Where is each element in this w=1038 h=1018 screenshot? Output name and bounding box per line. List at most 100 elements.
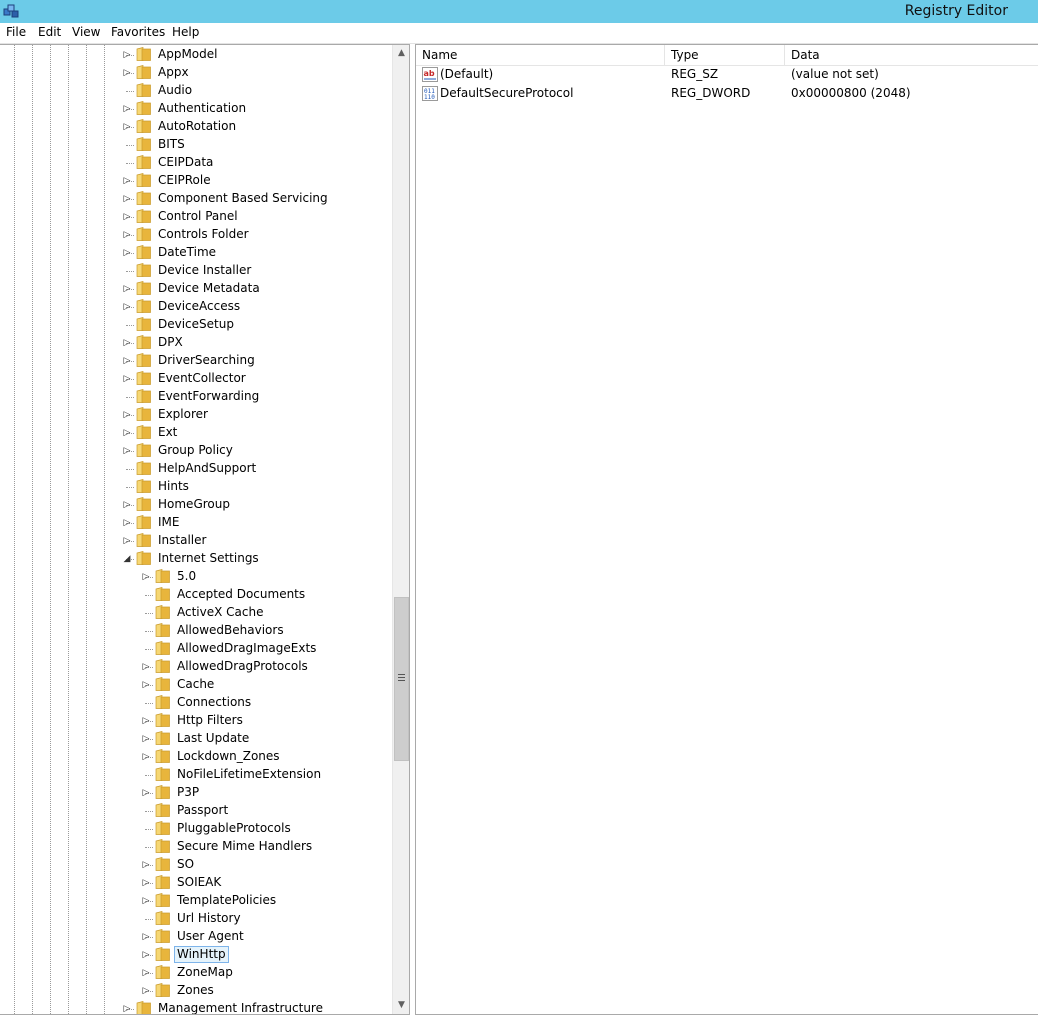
tree-item[interactable]: Hints xyxy=(0,478,392,496)
tree-item[interactable]: AllowedDragImageExts xyxy=(0,640,392,658)
collapsed-arrow-icon[interactable]: ▷ xyxy=(122,175,132,187)
tree-item[interactable]: ▷ Management Infrastructure xyxy=(0,1000,392,1014)
collapsed-arrow-icon[interactable]: ▷ xyxy=(141,571,151,583)
value-row[interactable]: 011 110 DefaultSecureProtocol REG_DWORD … xyxy=(416,84,1038,103)
tree-item[interactable]: ▷ Device Metadata xyxy=(0,280,392,298)
collapsed-arrow-icon[interactable]: ▷ xyxy=(122,337,132,349)
collapsed-arrow-icon[interactable]: ▷ xyxy=(122,517,132,529)
tree-item[interactable]: ▷ 5.0 xyxy=(0,568,392,586)
tree-item[interactable]: ▷ Component Based Servicing xyxy=(0,190,392,208)
collapsed-arrow-icon[interactable]: ▷ xyxy=(122,193,132,205)
tree-item[interactable]: ▷ Ext xyxy=(0,424,392,442)
tree-item[interactable]: ◢ Internet Settings xyxy=(0,550,392,568)
tree-item[interactable]: ▷ SO xyxy=(0,856,392,874)
tree-item[interactable]: EventForwarding xyxy=(0,388,392,406)
collapsed-arrow-icon[interactable]: ▷ xyxy=(141,661,151,673)
tree-item[interactable]: ▷ Installer xyxy=(0,532,392,550)
collapsed-arrow-icon[interactable]: ▷ xyxy=(141,877,151,889)
tree-item[interactable]: Accepted Documents xyxy=(0,586,392,604)
menu-edit[interactable]: Edit xyxy=(38,25,61,39)
tree-item[interactable]: BITS xyxy=(0,136,392,154)
tree-item[interactable]: Device Installer xyxy=(0,262,392,280)
collapsed-arrow-icon[interactable]: ▷ xyxy=(122,229,132,241)
scroll-down-arrow-icon[interactable]: ▼ xyxy=(393,997,409,1014)
tree-item[interactable]: ▷ Controls Folder xyxy=(0,226,392,244)
tree-item[interactable]: ▷ Appx xyxy=(0,64,392,82)
collapsed-arrow-icon[interactable]: ▷ xyxy=(141,895,151,907)
tree-item[interactable]: ▷ Http Filters xyxy=(0,712,392,730)
tree-item[interactable]: DeviceSetup xyxy=(0,316,392,334)
collapsed-arrow-icon[interactable]: ▷ xyxy=(141,787,151,799)
tree-item[interactable]: AllowedBehaviors xyxy=(0,622,392,640)
tree-item[interactable]: ▷ CEIPRole xyxy=(0,172,392,190)
menu-help[interactable]: Help xyxy=(172,25,199,39)
collapsed-arrow-icon[interactable]: ▷ xyxy=(122,409,132,421)
tree-item[interactable]: ▷ AutoRotation xyxy=(0,118,392,136)
tree-item[interactable]: ▷ SOIEAK xyxy=(0,874,392,892)
collapsed-arrow-icon[interactable]: ▷ xyxy=(141,985,151,997)
collapsed-arrow-icon[interactable]: ▷ xyxy=(141,733,151,745)
tree-item[interactable]: ▷ HomeGroup xyxy=(0,496,392,514)
collapsed-arrow-icon[interactable]: ▷ xyxy=(122,283,132,295)
tree-item[interactable]: Url History xyxy=(0,910,392,928)
tree-item[interactable]: ▷ Authentication xyxy=(0,100,392,118)
tree-item[interactable]: ▷ Last Update xyxy=(0,730,392,748)
tree-item[interactable]: ▷ DPX xyxy=(0,334,392,352)
column-header-name[interactable]: Name xyxy=(416,45,665,65)
collapsed-arrow-icon[interactable]: ▷ xyxy=(122,499,132,511)
tree-vertical-scrollbar[interactable]: ▲ ▼ xyxy=(392,45,409,1014)
tree-item[interactable]: PluggableProtocols xyxy=(0,820,392,838)
tree-item[interactable]: ▷ DeviceAccess xyxy=(0,298,392,316)
collapsed-arrow-icon[interactable]: ▷ xyxy=(141,949,151,961)
tree-item[interactable]: ActiveX Cache xyxy=(0,604,392,622)
collapsed-arrow-icon[interactable]: ▷ xyxy=(141,679,151,691)
tree-item[interactable]: ▷ Control Panel xyxy=(0,208,392,226)
tree-item[interactable]: ▷ DateTime xyxy=(0,244,392,262)
collapsed-arrow-icon[interactable]: ▷ xyxy=(122,301,132,313)
menu-file[interactable]: File xyxy=(6,25,26,39)
tree-item[interactable]: ▷ Lockdown_Zones xyxy=(0,748,392,766)
tree-item[interactable]: NoFileLifetimeExtension xyxy=(0,766,392,784)
tree-item[interactable]: ▷ TemplatePolicies xyxy=(0,892,392,910)
tree-item[interactable]: ▷ DriverSearching xyxy=(0,352,392,370)
collapsed-arrow-icon[interactable]: ▷ xyxy=(141,859,151,871)
tree-item[interactable]: ▷ ZoneMap xyxy=(0,964,392,982)
tree-item[interactable]: Connections xyxy=(0,694,392,712)
collapsed-arrow-icon[interactable]: ▷ xyxy=(122,121,132,133)
registry-editor-icon[interactable] xyxy=(3,3,19,19)
tree-item[interactable]: CEIPData xyxy=(0,154,392,172)
collapsed-arrow-icon[interactable]: ▷ xyxy=(122,1003,132,1014)
collapsed-arrow-icon[interactable]: ▷ xyxy=(122,427,132,439)
collapsed-arrow-icon[interactable]: ▷ xyxy=(141,751,151,763)
collapsed-arrow-icon[interactable]: ▷ xyxy=(122,535,132,547)
collapsed-arrow-icon[interactable]: ▷ xyxy=(122,211,132,223)
tree-item[interactable]: ▷ Explorer xyxy=(0,406,392,424)
collapsed-arrow-icon[interactable]: ▷ xyxy=(141,931,151,943)
tree-item[interactable]: ▷ P3P xyxy=(0,784,392,802)
tree-item[interactable]: Passport xyxy=(0,802,392,820)
collapsed-arrow-icon[interactable]: ▷ xyxy=(122,355,132,367)
tree-item[interactable]: ▷ Group Policy xyxy=(0,442,392,460)
tree-item[interactable]: ▷ User Agent xyxy=(0,928,392,946)
tree-item[interactable]: Audio xyxy=(0,82,392,100)
collapsed-arrow-icon[interactable]: ▷ xyxy=(122,247,132,259)
tree-item[interactable]: ▷ Cache xyxy=(0,676,392,694)
collapsed-arrow-icon[interactable]: ▷ xyxy=(141,715,151,727)
collapsed-arrow-icon[interactable]: ▷ xyxy=(122,103,132,115)
collapsed-arrow-icon[interactable]: ▷ xyxy=(122,67,132,79)
collapsed-arrow-icon[interactable]: ▷ xyxy=(141,967,151,979)
tree-item[interactable]: ▷ IME xyxy=(0,514,392,532)
scrollbar-thumb[interactable] xyxy=(394,597,409,761)
tree-item[interactable]: ▷ AppModel xyxy=(0,46,392,64)
collapsed-arrow-icon[interactable]: ▷ xyxy=(122,445,132,457)
menu-view[interactable]: View xyxy=(72,25,100,39)
expanded-arrow-icon[interactable]: ◢ xyxy=(122,553,132,565)
value-row[interactable]: ab (Default) REG_SZ (value not set) xyxy=(416,65,1038,84)
tree-item[interactable]: HelpAndSupport xyxy=(0,460,392,478)
tree-item[interactable]: ▷ AllowedDragProtocols xyxy=(0,658,392,676)
column-header-data[interactable]: Data xyxy=(785,45,1038,65)
tree-item[interactable]: Secure Mime Handlers xyxy=(0,838,392,856)
column-header-type[interactable]: Type xyxy=(665,45,785,65)
tree-item[interactable]: ▷ Zones xyxy=(0,982,392,1000)
collapsed-arrow-icon[interactable]: ▷ xyxy=(122,49,132,61)
